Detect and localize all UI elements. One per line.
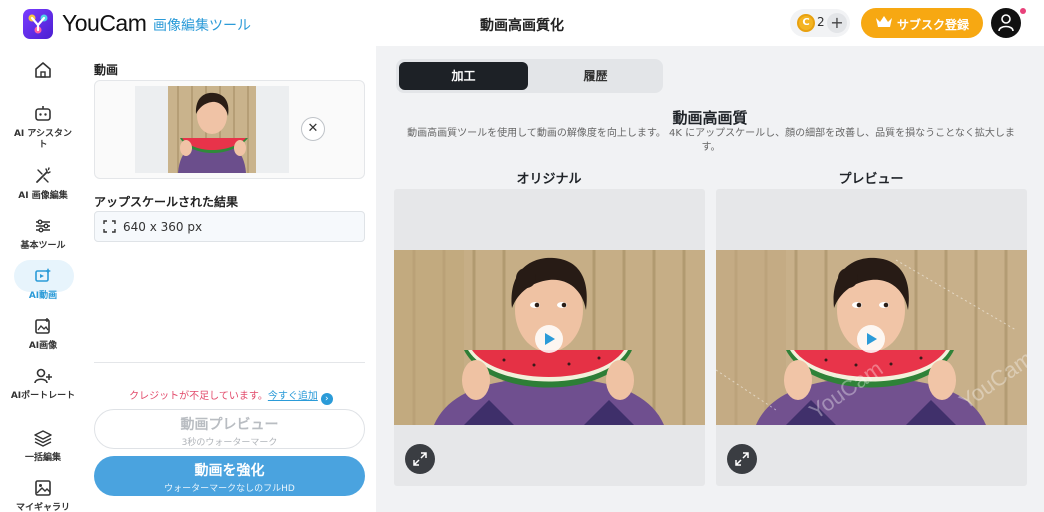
- user-icon: [998, 14, 1014, 32]
- main-workspace: 加工 履歴 動画高画質 動画高画質ツールを使用して動画の解像度を向上します。 4…: [376, 46, 1044, 512]
- result-section-label: アップスケールされた結果: [94, 195, 239, 209]
- feature-description: 動画高画質ツールを使用して動画の解像度を向上します。 4K にアップスケールし、…: [407, 128, 1015, 153]
- play-icon: [867, 333, 877, 345]
- arrow-right-icon[interactable]: ›: [320, 393, 333, 405]
- magic-wand-icon: [36, 167, 51, 183]
- expand-icon: [413, 452, 427, 466]
- sidebar-item-label: AI画像: [28, 341, 58, 351]
- credit-balance[interactable]: C 2 +: [790, 9, 850, 37]
- preview-video-frame: YouCam YouCam: [716, 250, 1027, 425]
- top-header: YouCam 画像編集ツール 動画高画質化 C 2 + サブスク登録: [0, 0, 1044, 46]
- preview-button-title: 動画プレビュー: [180, 417, 279, 433]
- sidebar-item-label: AI動画: [28, 291, 58, 301]
- sidebar-item-ai-video[interactable]: AI動画: [0, 260, 86, 302]
- thumbnail-frame: [135, 86, 289, 173]
- feature-title: 動画高画質: [672, 109, 748, 127]
- resize-frame-icon: [103, 220, 116, 233]
- preview-label: プレビュー: [838, 172, 904, 187]
- youcam-logo-icon[interactable]: [23, 9, 53, 39]
- credit-warning: クレジットが不足しています。今すぐ追加 ›: [86, 387, 376, 405]
- video-icon: [35, 268, 51, 282]
- sidebar-item-label: AI アシスタント: [13, 129, 73, 150]
- enhance-video-button[interactable]: 動画を強化 ウォーターマークなしのフルHD: [94, 456, 365, 496]
- sidebar-item-ai-assistant[interactable]: AI アシスタント: [0, 104, 86, 151]
- resolution-value: 640 x 360 px: [123, 220, 203, 234]
- original-video-frame: [394, 250, 705, 425]
- play-icon: [545, 333, 555, 345]
- remove-video-button[interactable]: ✕: [301, 117, 325, 141]
- mode-tabs: 加工 履歴: [396, 59, 663, 93]
- credit-count: 2: [817, 15, 825, 29]
- add-now-link[interactable]: 今すぐ追加: [268, 391, 318, 402]
- notification-dot: [1020, 8, 1026, 14]
- crown-icon: [876, 16, 892, 27]
- coin-icon: C: [797, 14, 815, 32]
- sidebar-item-label: AI 画像編集: [18, 191, 68, 201]
- home-icon: [35, 62, 51, 78]
- subscribe-label: サブスク登録: [897, 18, 970, 32]
- tab-edit[interactable]: 加工: [399, 62, 528, 90]
- settings-panel: 動画 ✕ アップスケールされた結果 640 x 360 px クレジットが不足し…: [86, 46, 376, 512]
- sliders-icon: [36, 219, 50, 233]
- gallery-icon: [35, 480, 51, 496]
- enhance-button-title: 動画を強化: [194, 463, 265, 479]
- play-button[interactable]: [535, 325, 563, 353]
- expand-original-button[interactable]: [405, 444, 435, 474]
- expand-preview-button[interactable]: [727, 444, 757, 474]
- subscribe-button[interactable]: サブスク登録: [861, 8, 983, 38]
- user-avatar[interactable]: [991, 8, 1021, 38]
- upscaled-result-box: 640 x 360 px: [94, 211, 365, 242]
- original-video-player[interactable]: [394, 189, 705, 486]
- assistant-icon: [35, 106, 51, 121]
- uploaded-video-card: ✕: [94, 80, 365, 179]
- expand-icon: [735, 452, 749, 466]
- sidebar-item-basic-tools[interactable]: 基本ツール: [0, 216, 86, 252]
- play-button[interactable]: [857, 325, 885, 353]
- sidebar-item-label: 基本ツール: [20, 241, 66, 251]
- brand-subtitle: 画像編集ツール: [153, 18, 251, 34]
- video-thumbnail[interactable]: [168, 86, 256, 173]
- panel-divider: [94, 362, 365, 363]
- sidebar-item-label: 一括編集: [24, 453, 61, 463]
- sidebar-item-ai-image-edit[interactable]: AI 画像編集: [0, 166, 86, 202]
- layers-icon: [34, 430, 52, 447]
- video-section-label: 動画: [94, 63, 119, 77]
- video-preview-button[interactable]: 動画プレビュー 3秒のウォーターマーク: [94, 409, 365, 449]
- brand-name[interactable]: YouCam: [62, 10, 147, 37]
- sidebar: AI アシスタント AI 画像編集 基本ツール AI動画 AI画像 AIポートレ…: [0, 46, 86, 512]
- add-credit-button[interactable]: +: [827, 13, 847, 33]
- enhance-button-subtitle: ウォーターマークなしのフルHD: [164, 484, 295, 494]
- sidebar-item-ai-portrait[interactable]: AIポートレート: [0, 366, 86, 402]
- user-plus-icon: [34, 368, 52, 384]
- sidebar-item-label: AIポートレート: [10, 391, 76, 401]
- sidebar-item-batch-edit[interactable]: 一括編集: [0, 428, 86, 464]
- preview-button-subtitle: 3秒のウォーターマーク: [181, 438, 278, 448]
- tab-history[interactable]: 履歴: [531, 62, 660, 90]
- sidebar-item-ai-image[interactable]: AI画像: [0, 316, 86, 352]
- sidebar-item-home[interactable]: [0, 60, 86, 80]
- preview-video-player[interactable]: YouCam YouCam: [716, 189, 1027, 486]
- credit-warning-text: クレジットが不足しています。: [129, 391, 268, 402]
- original-label: オリジナル: [516, 172, 582, 187]
- sidebar-item-label: マイギャラリ: [15, 503, 70, 512]
- sidebar-item-my-gallery[interactable]: マイギャラリ: [0, 478, 86, 512]
- image-plus-icon: [35, 318, 50, 334]
